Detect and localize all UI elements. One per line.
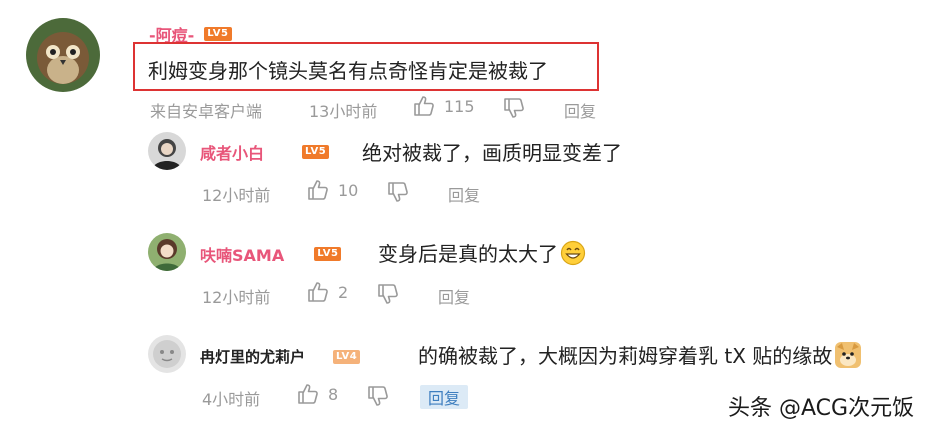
doge-emoji-icon (835, 341, 862, 368)
comment-time: 13小时前 (309, 102, 378, 121)
like-button[interactable]: 10 (306, 178, 358, 202)
reply-text: 绝对被裁了，画质明显变差了 (362, 141, 622, 165)
like-button[interactable]: 8 (296, 382, 338, 406)
dislike-button[interactable] (366, 384, 390, 408)
grin-emoji-icon (560, 240, 586, 265)
thumbs-down-icon (368, 386, 388, 406)
reply-button[interactable]: 回复 (564, 98, 596, 122)
reply-time: 12小时前 (202, 288, 271, 307)
level-badge: LV5 (314, 247, 342, 261)
like-count: 2 (338, 282, 349, 302)
avatar[interactable] (148, 132, 186, 170)
like-button[interactable]: 2 (306, 280, 348, 304)
thumbs-up-icon (308, 180, 328, 200)
reply-text: 的确被裁了，大概因为莉姆穿着乳 tX 贴的缘故 (418, 344, 833, 368)
watermark: 头条 @ACG次元饭 (728, 396, 915, 421)
dislike-button[interactable] (376, 282, 400, 306)
like-count: 10 (338, 180, 359, 200)
username[interactable]: 冉灯里的尤莉户 (200, 346, 305, 367)
avatar[interactable] (148, 233, 186, 271)
avatar-image (148, 132, 186, 170)
thumbs-down-icon (388, 182, 408, 202)
level-badge: LV5 (204, 27, 232, 41)
like-count: 8 (328, 384, 339, 404)
avatar-image (26, 18, 100, 92)
reply-time: 12小时前 (202, 186, 271, 205)
reply-button[interactable]: 回复 (438, 284, 470, 308)
like-count: 115 (444, 96, 475, 116)
thumbs-down-icon (504, 98, 524, 118)
thumbs-up-icon (308, 282, 328, 302)
avatar[interactable] (148, 335, 186, 373)
reply-button[interactable]: 回复 (448, 182, 480, 206)
dislike-button[interactable] (386, 180, 410, 204)
reply-text: 变身后是真的太大了 (378, 242, 558, 266)
username[interactable]: 咸者小白 (200, 140, 264, 164)
dislike-button[interactable] (502, 96, 526, 120)
comment-source: 来自安卓客户端 (150, 102, 263, 121)
thumbs-up-icon (298, 384, 318, 404)
reply-time: 4小时前 (202, 390, 261, 409)
avatar-image (148, 335, 186, 373)
like-button[interactable]: 115 (412, 94, 475, 118)
avatar[interactable] (26, 18, 100, 92)
avatar-image (148, 233, 186, 271)
level-badge: LV5 (302, 145, 330, 159)
thumbs-down-icon (378, 284, 398, 304)
reply-button[interactable]: 回复 (420, 385, 469, 409)
level-badge: LV4 (333, 349, 361, 364)
comment-text: 利姆变身那个镜头莫名有点奇怪肯定是被裁了 (148, 59, 548, 83)
thumbs-up-icon (414, 96, 434, 116)
username[interactable]: 呋喃SAMA (200, 242, 284, 266)
